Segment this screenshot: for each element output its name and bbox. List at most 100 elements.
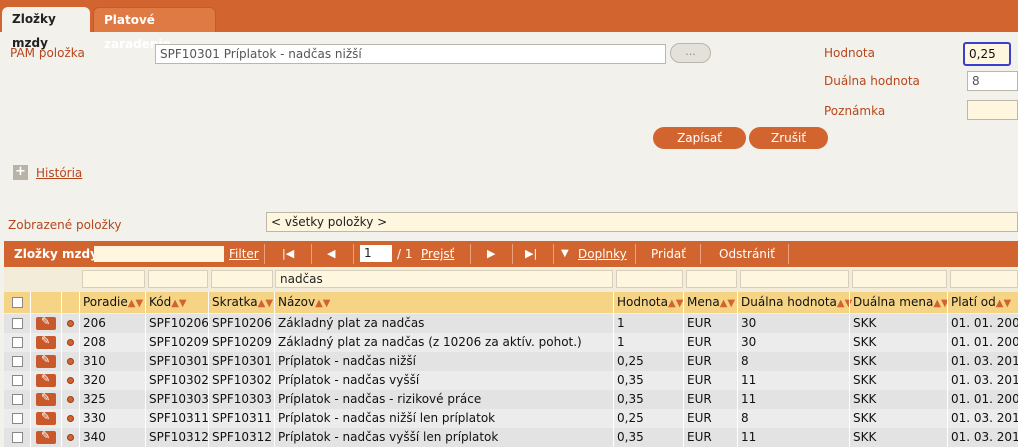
first-page-icon[interactable]: |◀ — [282, 241, 294, 267]
filter-link[interactable]: Filter — [229, 241, 259, 267]
col-header-dualna-mena[interactable]: Duálna mena▲▼ — [849, 292, 950, 312]
status-dot-icon — [67, 434, 74, 441]
cancel-button[interactable]: Zrušiť — [749, 127, 828, 149]
edit-icon[interactable] — [36, 372, 56, 387]
tab-zlozky-mzdy[interactable]: Zložky mzdy — [2, 7, 90, 50]
goto-link[interactable]: Prejsť — [421, 241, 454, 267]
cell-skratka: SPF10303 — [212, 392, 272, 406]
row-checkbox[interactable] — [12, 337, 23, 348]
cell-plati-od: 01. 03. 2012 — [951, 430, 1018, 444]
filter-dualna-mena[interactable] — [852, 270, 947, 288]
separator — [788, 244, 789, 264]
pam-label: PAM položka — [10, 46, 85, 60]
cell-skratka: SPF10206 — [212, 316, 272, 330]
col-header-mena[interactable]: Mena▲▼ — [683, 292, 740, 312]
edit-icon[interactable] — [36, 391, 56, 406]
status-dot-icon — [67, 396, 74, 403]
cell-dualna-hodnota: 30 — [741, 335, 757, 349]
cell-mena: EUR — [687, 392, 712, 406]
table-row[interactable]: 310 SPF10301 SPF10301 Príplatok - nadčas… — [4, 352, 1018, 371]
pam-field[interactable]: SPF10301 Príplatok - nadčas nižší — [155, 44, 666, 64]
status-dot-icon — [67, 377, 74, 384]
cell-mena: EUR — [687, 354, 712, 368]
table-row[interactable]: 206 SPF10206 SPF10206 Základný plat za n… — [4, 314, 1018, 333]
page-number-input[interactable]: 1 — [360, 245, 392, 262]
page-total: / 1 — [397, 247, 413, 261]
cell-dualna-hodnota: 8 — [741, 354, 749, 368]
cell-dualna-mena: SKK — [853, 430, 877, 444]
edit-icon[interactable] — [36, 429, 56, 444]
edit-icon[interactable] — [36, 410, 56, 425]
table-row[interactable]: 208 SPF10209 SPF10209 Základný plat za n… — [4, 333, 1018, 352]
separator — [553, 244, 554, 264]
lookup-button[interactable]: ... — [670, 43, 711, 63]
row-checkbox[interactable] — [12, 375, 23, 386]
poznamka-label: Poznámka — [824, 104, 886, 118]
col-header-poradie[interactable]: Poradie▲▼ — [79, 292, 148, 312]
col-header-plati-od[interactable]: Platí od▲▼ — [947, 292, 1018, 312]
remove-button[interactable]: Odstrániť — [719, 241, 775, 267]
next-page-icon[interactable]: ▶ — [487, 241, 495, 267]
filter-mena[interactable] — [686, 270, 737, 288]
select-all-checkbox[interactable] — [12, 297, 23, 308]
cell-mena: EUR — [687, 316, 712, 330]
col-header-nazov[interactable]: Názov▲▼ — [274, 292, 614, 312]
table-row[interactable]: 340 SPF10312 SPF10312 Príplatok - nadčas… — [4, 428, 1018, 447]
doplnky-link[interactable]: Doplnky — [578, 241, 627, 267]
cell-dualna-mena: SKK — [853, 316, 877, 330]
cell-kod: SPF10303 — [149, 392, 208, 406]
add-button[interactable]: Pridať — [651, 241, 686, 267]
filter-plati-od[interactable] — [950, 270, 1018, 288]
edit-icon[interactable] — [36, 315, 56, 330]
save-button[interactable]: Zapísať — [653, 127, 746, 149]
cell-nazov: Základný plat za nadčas — [278, 316, 425, 330]
dualna-hodnota-field[interactable]: 8 — [967, 71, 1018, 91]
cell-dualna-hodnota: 11 — [741, 373, 757, 387]
status-dot-icon — [67, 339, 74, 346]
filter-skratka[interactable] — [211, 270, 273, 288]
history-link[interactable]: História — [36, 166, 82, 180]
tab-platove-zaradenie[interactable]: Platové zaradenie — [93, 7, 216, 51]
row-checkbox[interactable] — [12, 432, 23, 443]
expand-icon[interactable]: + — [13, 165, 28, 180]
table-row[interactable]: 330 SPF10311 SPF10311 Príplatok - nadčas… — [4, 409, 1018, 428]
col-header-dualna-hodnota[interactable]: Duálna hodnota▲▼ — [737, 292, 852, 312]
filter-dualna-hodnota[interactable] — [740, 270, 849, 288]
cell-mena: EUR — [687, 335, 712, 349]
cell-mena: EUR — [687, 373, 712, 387]
cell-hodnota: 0,35 — [617, 430, 644, 444]
row-checkbox[interactable] — [12, 356, 23, 367]
col-header-kod[interactable]: Kód▲▼ — [145, 292, 208, 312]
col-header-skratka[interactable]: Skratka▲▼ — [208, 292, 275, 312]
filter-hodnota[interactable] — [616, 270, 683, 288]
grid-filter-row: nadčas — [4, 268, 1018, 292]
edit-icon[interactable] — [36, 334, 56, 349]
cell-poradie: 206 — [83, 316, 106, 330]
cell-poradie: 330 — [83, 411, 106, 425]
filter-nazov[interactable]: nadčas — [275, 270, 613, 288]
filter-kod[interactable] — [148, 270, 208, 288]
hodnota-field[interactable]: 0,25 — [963, 42, 1011, 66]
cell-dualna-hodnota: 11 — [741, 430, 757, 444]
cell-mena: EUR — [687, 430, 712, 444]
cell-dualna-hodnota: 30 — [741, 316, 757, 330]
cell-plati-od: 01. 01. 2009 — [951, 316, 1018, 330]
table-row[interactable]: 320 SPF10302 SPF10302 Príplatok - nadčas… — [4, 371, 1018, 390]
separator — [635, 244, 636, 264]
prev-page-icon[interactable]: ◀ — [327, 241, 335, 267]
last-page-icon[interactable]: ▶| — [525, 241, 537, 267]
cell-dualna-mena: SKK — [853, 392, 877, 406]
row-checkbox[interactable] — [12, 413, 23, 424]
edit-icon[interactable] — [36, 353, 56, 368]
row-checkbox[interactable] — [12, 318, 23, 329]
separator — [353, 244, 354, 264]
poznamka-field[interactable] — [967, 100, 1018, 120]
displayed-items-label: Zobrazené položky — [8, 218, 122, 232]
grid-quick-filter-input[interactable] — [94, 246, 224, 262]
displayed-items-select[interactable]: < všetky položky > — [266, 212, 1018, 232]
col-header-hodnota[interactable]: Hodnota▲▼ — [613, 292, 686, 312]
cell-nazov: Príplatok - nadčas - rizikové práce — [278, 392, 482, 406]
table-row[interactable]: 325 SPF10303 SPF10303 Príplatok - nadčas… — [4, 390, 1018, 409]
filter-poradie[interactable] — [82, 270, 145, 288]
row-checkbox[interactable] — [12, 394, 23, 405]
